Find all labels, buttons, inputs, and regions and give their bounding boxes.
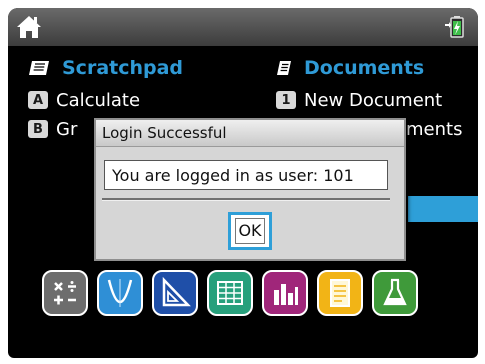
login-dialog: Login Successful You are logged in as us… — [94, 118, 406, 261]
ok-button-label: OK — [235, 218, 265, 244]
menu-item-calculate[interactable]: A Calculate — [28, 88, 140, 112]
scratchpad-icon — [29, 61, 49, 75]
menu-item-label: ments — [406, 118, 463, 140]
ok-button[interactable]: OK — [228, 212, 272, 250]
menu-item-label: Gr — [56, 118, 78, 140]
menu-item-new-document[interactable]: 1 New Document — [276, 88, 442, 112]
geometry-icon[interactable] — [152, 270, 198, 316]
highlighted-menu-row[interactable] — [408, 196, 478, 222]
data-statistics-icon[interactable] — [262, 270, 308, 316]
menu-item-documents[interactable]: ments — [406, 117, 462, 141]
status-bar — [8, 8, 478, 46]
notes-icon[interactable] — [317, 270, 363, 316]
key-badge: A — [28, 91, 48, 109]
dialog-divider — [102, 198, 390, 201]
key-badge: B — [28, 120, 48, 138]
documents-title: Documents — [304, 57, 425, 79]
key-badge: 1 — [276, 91, 296, 109]
handheld-screen: Scratchpad A Calculate B Gr Documents 1 … — [8, 8, 478, 358]
calculator-icon[interactable] — [42, 270, 88, 316]
app-icon-row — [42, 270, 427, 316]
scratchpad-title: Scratchpad — [62, 57, 184, 79]
lists-spreadsheet-icon[interactable] — [207, 270, 253, 316]
dialog-title: Login Successful — [96, 120, 404, 147]
graphs-icon[interactable] — [97, 270, 143, 316]
dialog-message: You are logged in as user: 101 — [104, 160, 388, 190]
scratchpad-heading[interactable]: Scratchpad — [28, 55, 183, 81]
vernier-dataquest-icon[interactable] — [372, 270, 418, 316]
documents-heading[interactable]: Documents — [276, 55, 424, 81]
home-icon[interactable] — [16, 14, 42, 40]
menu-item-label: Calculate — [56, 89, 141, 111]
menu-item-label: New Document — [304, 89, 443, 111]
documents-icon — [277, 61, 291, 75]
menu-item-graph[interactable]: B Gr — [28, 117, 77, 141]
battery-charging-icon — [445, 16, 464, 38]
